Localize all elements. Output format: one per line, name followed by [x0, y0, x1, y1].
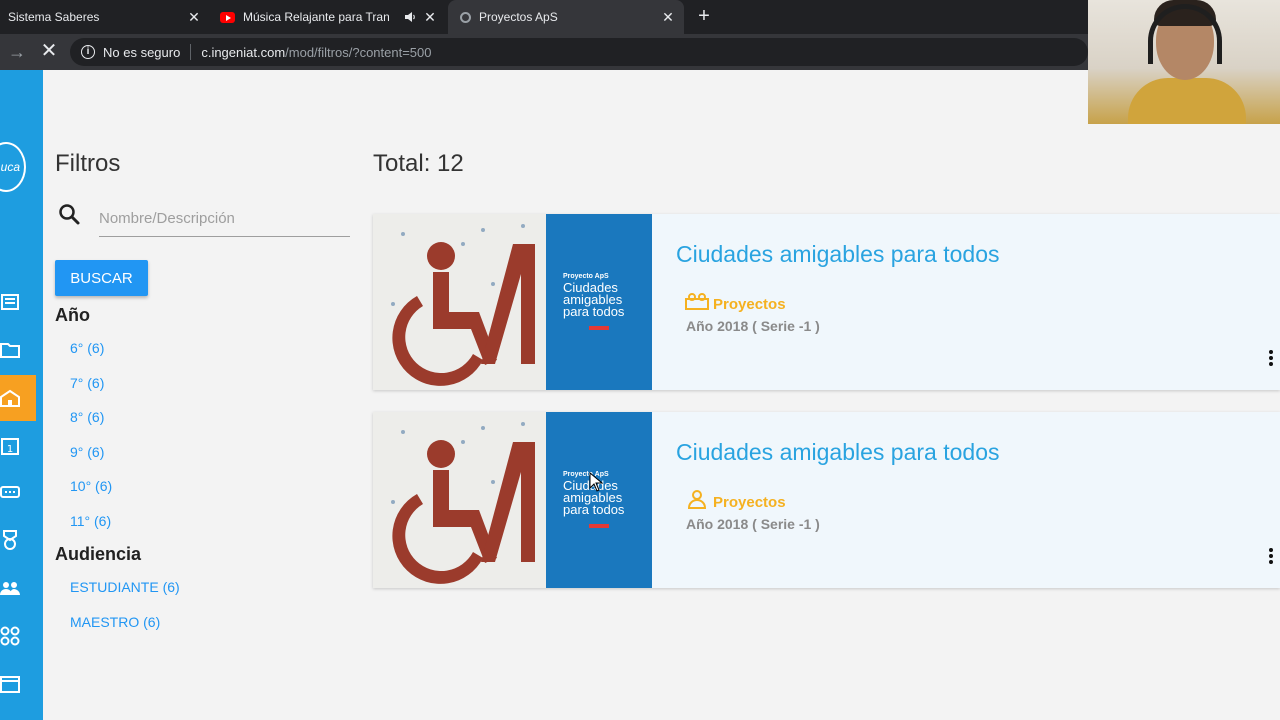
- audience-filter-maestro[interactable]: MAESTRO (6): [70, 614, 160, 630]
- calendar-icon[interactable]: 1: [0, 436, 20, 456]
- mouse-cursor-icon: [589, 472, 603, 492]
- results-total: Total: 12: [373, 150, 464, 177]
- thumbnail-text-line: para todos: [563, 304, 625, 319]
- card-year: Año 2018 ( Serie -1 ): [686, 516, 820, 532]
- svg-text:1: 1: [7, 444, 13, 455]
- year-filter-7[interactable]: 7° (6): [70, 375, 104, 391]
- project-thumbnail[interactable]: Proyecto ApS Ciudades amigables para tod…: [373, 214, 652, 390]
- thumbnail-tag: Proyecto ApS: [563, 273, 609, 280]
- thumbnail-text-line: para todos: [563, 502, 625, 517]
- url-host[interactable]: c.ingeniat.com: [201, 45, 285, 60]
- medal-icon[interactable]: [0, 530, 20, 550]
- folder-icon[interactable]: [0, 340, 20, 360]
- url-path[interactable]: /mod/filtros/?content=500: [285, 45, 431, 60]
- tab-title: Sistema Saberes: [8, 10, 100, 24]
- result-card[interactable]: Proyecto ApS Ciudades amigables para tod…: [373, 412, 1280, 588]
- close-tab-icon[interactable]: ✕: [660, 9, 676, 25]
- news-icon[interactable]: [0, 292, 20, 312]
- search-icon: [59, 204, 80, 225]
- year-filter-10[interactable]: 10° (6): [70, 478, 112, 494]
- search-button[interactable]: BUSCAR: [55, 260, 148, 296]
- search-input[interactable]: [99, 200, 350, 237]
- card-title[interactable]: Ciudades amigables para todos: [676, 439, 999, 466]
- filters-heading: Filtros: [55, 150, 121, 177]
- project-thumbnail[interactable]: Proyecto ApS Ciudades amigables para tod…: [373, 412, 652, 588]
- webcam-person-body: [1128, 78, 1246, 124]
- new-tab-icon[interactable]: +: [694, 6, 714, 27]
- result-card[interactable]: Proyecto ApS Ciudades amigables para tod…: [373, 214, 1280, 390]
- card-title[interactable]: Ciudades amigables para todos: [676, 241, 999, 268]
- year-filter-6[interactable]: 6° (6): [70, 340, 104, 356]
- more-options-icon[interactable]: [1269, 548, 1275, 566]
- globe-icon: [460, 11, 471, 23]
- tab-musica-relajante[interactable]: Música Relajante para Tranq ✕: [210, 0, 446, 34]
- window-icon[interactable]: [0, 674, 20, 694]
- tab-title: Música Relajante para Tranq: [243, 10, 389, 24]
- omnibox-divider: [190, 44, 192, 60]
- webcam-overlay: [1088, 0, 1280, 124]
- app-logo[interactable]: uca: [0, 142, 26, 192]
- tab-sistema-saberes[interactable]: Sistema Saberes ✕: [0, 0, 210, 34]
- card-type: Proyectos: [713, 296, 786, 313]
- forward-arrow-icon[interactable]: →: [8, 42, 28, 62]
- close-tab-icon[interactable]: ✕: [186, 9, 202, 25]
- card-year: Año 2018 ( Serie -1 ): [686, 318, 820, 334]
- info-icon[interactable]: i: [81, 45, 95, 59]
- audience-filter-estudiante[interactable]: ESTUDIANTE (6): [70, 579, 180, 595]
- school-icon[interactable]: [0, 388, 20, 408]
- audience-filter-title: Audiencia: [55, 544, 142, 564]
- users-icon[interactable]: [0, 578, 20, 598]
- speaker-icon[interactable]: [404, 11, 416, 23]
- grid-icon[interactable]: [0, 626, 20, 646]
- card-type: Proyectos: [713, 494, 786, 511]
- youtube-icon: [220, 11, 235, 23]
- year-filter-9[interactable]: 9° (6): [70, 444, 104, 460]
- year-filter-8[interactable]: 8° (6): [70, 409, 104, 425]
- project-type-icon: [685, 293, 709, 310]
- more-options-icon[interactable]: [1269, 350, 1275, 368]
- close-tab-icon[interactable]: ✕: [422, 9, 438, 25]
- address-bar[interactable]: i No es seguro c.ingeniat.com /mod/filtr…: [70, 38, 1088, 66]
- year-filter-title: Año: [55, 305, 90, 325]
- year-filter-11[interactable]: 11° (6): [70, 513, 111, 529]
- app-sidebar: uca 1: [0, 70, 43, 720]
- stop-loading-icon[interactable]: ✕: [38, 40, 60, 62]
- project-type-icon: [687, 490, 707, 509]
- ticket-icon[interactable]: [0, 482, 20, 502]
- tab-proyectos-aps[interactable]: Proyectos ApS ✕: [448, 0, 684, 34]
- security-status[interactable]: No es seguro: [103, 45, 180, 60]
- tab-title: Proyectos ApS: [479, 10, 558, 24]
